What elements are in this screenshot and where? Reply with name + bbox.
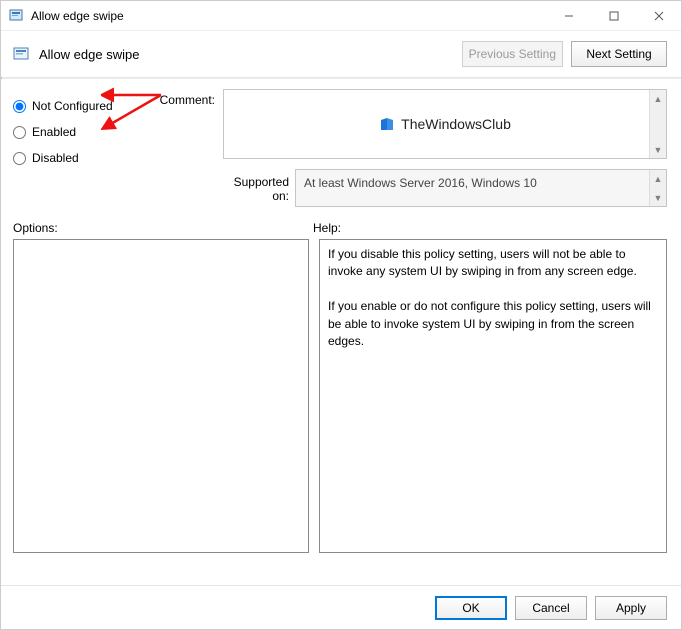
apply-button[interactable]: Apply <box>595 596 667 620</box>
header: Allow edge swipe Previous Setting Next S… <box>1 31 681 77</box>
policy-title: Allow edge swipe <box>39 47 454 62</box>
config-area: Not Configured Enabled Disabled Comment:… <box>1 79 681 215</box>
panes: If you disable this policy setting, user… <box>1 239 681 563</box>
scroll-down-icon[interactable]: ▼ <box>650 141 666 158</box>
radio-not-configured-input[interactable] <box>13 100 26 113</box>
maximize-button[interactable] <box>591 1 636 31</box>
logo-icon <box>379 116 395 132</box>
policy-icon <box>13 45 31 63</box>
scroll-down-icon[interactable]: ▼ <box>650 189 666 206</box>
scrollbar[interactable]: ▲ ▼ <box>649 90 666 158</box>
watermark-text: TheWindowsClub <box>401 116 511 132</box>
scroll-up-icon[interactable]: ▲ <box>650 90 666 107</box>
pane-labels: Options: Help: <box>1 215 681 239</box>
help-paragraph: If you disable this policy setting, user… <box>328 246 658 281</box>
radio-enabled-input[interactable] <box>13 126 26 139</box>
options-label: Options: <box>13 221 313 235</box>
radio-not-configured[interactable]: Not Configured <box>13 93 141 119</box>
help-label: Help: <box>313 221 341 235</box>
cancel-button[interactable]: Cancel <box>515 596 587 620</box>
options-pane <box>13 239 309 553</box>
state-radio-group: Not Configured Enabled Disabled <box>13 89 141 207</box>
help-paragraph: If you enable or do not configure this p… <box>328 298 658 350</box>
radio-enabled[interactable]: Enabled <box>13 119 141 145</box>
window-title: Allow edge swipe <box>31 9 546 23</box>
close-button[interactable] <box>636 1 681 31</box>
watermark: TheWindowsClub <box>224 90 666 158</box>
radio-disabled-input[interactable] <box>13 152 26 165</box>
minimize-button[interactable] <box>546 1 591 31</box>
radio-label: Disabled <box>32 151 79 165</box>
comment-textarea[interactable]: TheWindowsClub ▲ ▼ <box>223 89 667 159</box>
supported-on-label: Supported on: <box>223 169 289 203</box>
supported-on-field: At least Windows Server 2016, Windows 10… <box>295 169 667 207</box>
comment-label: Comment: <box>149 89 215 207</box>
radio-disabled[interactable]: Disabled <box>13 145 141 171</box>
radio-label: Enabled <box>32 125 76 139</box>
scroll-up-icon[interactable]: ▲ <box>650 170 666 187</box>
help-pane: If you disable this policy setting, user… <box>319 239 667 553</box>
scrollbar[interactable]: ▲ ▼ <box>649 170 666 206</box>
titlebar: Allow edge swipe <box>1 1 681 31</box>
policy-icon <box>9 8 25 24</box>
previous-setting-button[interactable]: Previous Setting <box>462 41 563 67</box>
ok-button[interactable]: OK <box>435 596 507 620</box>
next-setting-button[interactable]: Next Setting <box>571 41 667 67</box>
supported-on-value: At least Windows Server 2016, Windows 10 <box>304 176 537 190</box>
radio-label: Not Configured <box>32 99 113 113</box>
footer: OK Cancel Apply <box>1 585 681 629</box>
